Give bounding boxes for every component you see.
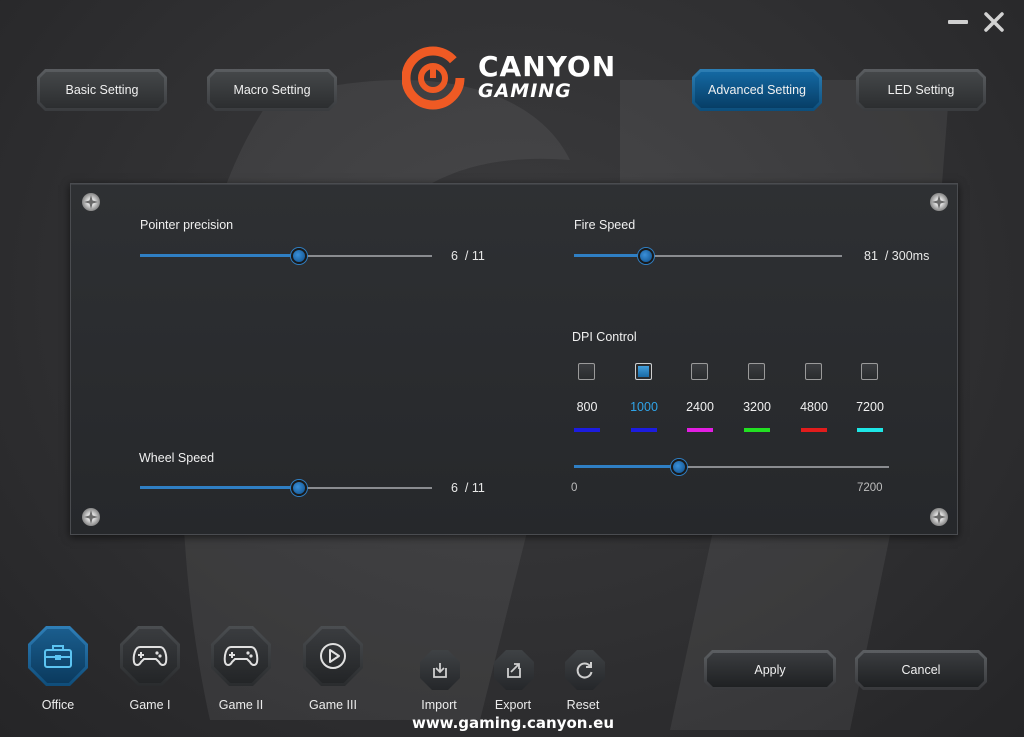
tab-led-setting-label: LED Setting [859, 72, 983, 108]
briefcase-icon [44, 645, 72, 668]
tab-basic-setting[interactable]: Basic Setting [37, 69, 167, 111]
export-button[interactable] [494, 650, 534, 690]
profile-game-3-label: Game III [309, 698, 357, 712]
fire-speed-slider[interactable] [574, 248, 842, 264]
reset-label: Reset [566, 698, 600, 712]
canyon-logo-icon [402, 46, 465, 110]
import-icon [433, 663, 447, 678]
dpi-color-bar-800[interactable] [574, 428, 600, 432]
minimize-button[interactable] [944, 8, 972, 36]
reset-icon [576, 662, 593, 679]
screw-icon [82, 508, 100, 526]
import-label: Import [421, 698, 457, 712]
cancel-button-label: Cancel [858, 653, 984, 687]
import-button[interactable] [420, 650, 460, 690]
apply-button[interactable]: Apply [704, 650, 836, 690]
brand-subtitle: GAMING [478, 80, 572, 102]
pointer-precision-slider[interactable] [140, 248, 432, 264]
dpi-slider-max: 7200 [857, 482, 883, 494]
reset-button[interactable] [565, 650, 605, 690]
brand-logo: CANYON GAMING [402, 46, 632, 110]
wheel-speed-value: 6 / 11 [451, 481, 485, 495]
slider-thumb[interactable] [291, 480, 307, 496]
dpi-value-3200: 3200 [743, 400, 771, 414]
tab-macro-setting-label: Macro Setting [210, 72, 334, 108]
dpi-color-bar-7200[interactable] [857, 428, 883, 432]
pointer-precision-label: Pointer precision [140, 218, 234, 232]
slider-thumb[interactable] [291, 248, 307, 264]
profile-game-2-label: Game II [218, 698, 264, 712]
dpi-value-4800: 4800 [800, 400, 828, 414]
wheel-speed-label: Wheel Speed [139, 451, 215, 465]
wheel-speed-slider[interactable] [140, 480, 432, 496]
dpi-checkbox-1000[interactable] [635, 363, 652, 380]
profile-game-1-label: Game I [129, 698, 171, 712]
minimize-icon [948, 20, 968, 24]
cancel-button[interactable]: Cancel [855, 650, 987, 690]
dpi-checkbox-3200[interactable] [748, 363, 765, 380]
slider-thumb[interactable] [671, 459, 687, 475]
website-url: www.gaming.canyon.eu [411, 714, 615, 732]
screw-icon [930, 193, 948, 211]
slider-thumb[interactable] [638, 248, 654, 264]
dpi-color-bar-1000[interactable] [631, 428, 657, 432]
gamepad-icon [223, 646, 259, 666]
dpi-value-1000: 1000 [630, 400, 658, 414]
profile-game-1[interactable] [120, 626, 180, 686]
dpi-checkbox-4800[interactable] [805, 363, 822, 380]
dpi-value-2400: 2400 [686, 400, 714, 414]
fire-speed-value: 81 / 300ms [864, 249, 930, 263]
pointer-precision-value: 6 / 11 [451, 249, 485, 263]
export-label: Export [494, 698, 532, 712]
tab-advanced-setting[interactable]: Advanced Setting [692, 69, 822, 111]
tab-advanced-setting-label: Advanced Setting [695, 72, 819, 108]
dpi-slider[interactable] [574, 459, 889, 475]
dpi-color-bar-4800[interactable] [801, 428, 827, 432]
dpi-value-7200: 7200 [856, 400, 884, 414]
profile-office[interactable] [28, 626, 88, 686]
screw-icon [930, 508, 948, 526]
dpi-color-bar-2400[interactable] [687, 428, 713, 432]
dpi-control-label: DPI Control [572, 330, 637, 344]
dpi-slider-min: 0 [571, 482, 578, 494]
export-icon [507, 663, 521, 678]
tab-basic-setting-label: Basic Setting [40, 72, 164, 108]
dpi-value-800: 800 [576, 400, 598, 414]
profile-game-2[interactable] [211, 626, 271, 686]
play-icon [320, 643, 346, 669]
dpi-color-bar-3200[interactable] [744, 428, 770, 432]
screw-icon [82, 193, 100, 211]
apply-button-label: Apply [707, 653, 833, 687]
close-icon [984, 12, 1004, 32]
advanced-settings-panel: Pointer precision 6 / 11 Wheel Speed 6 /… [70, 183, 958, 535]
tab-led-setting[interactable]: LED Setting [856, 69, 986, 111]
dpi-checkbox-800[interactable] [578, 363, 595, 380]
profile-game-3[interactable] [303, 626, 363, 686]
brand-title: CANYON [478, 50, 617, 83]
close-button[interactable] [980, 8, 1008, 36]
gamepad-icon [132, 646, 168, 666]
dpi-checkbox-2400[interactable] [691, 363, 708, 380]
profile-office-label: Office [41, 698, 75, 712]
fire-speed-label: Fire Speed [574, 218, 636, 232]
tab-macro-setting[interactable]: Macro Setting [207, 69, 337, 111]
dpi-checkbox-7200[interactable] [861, 363, 878, 380]
